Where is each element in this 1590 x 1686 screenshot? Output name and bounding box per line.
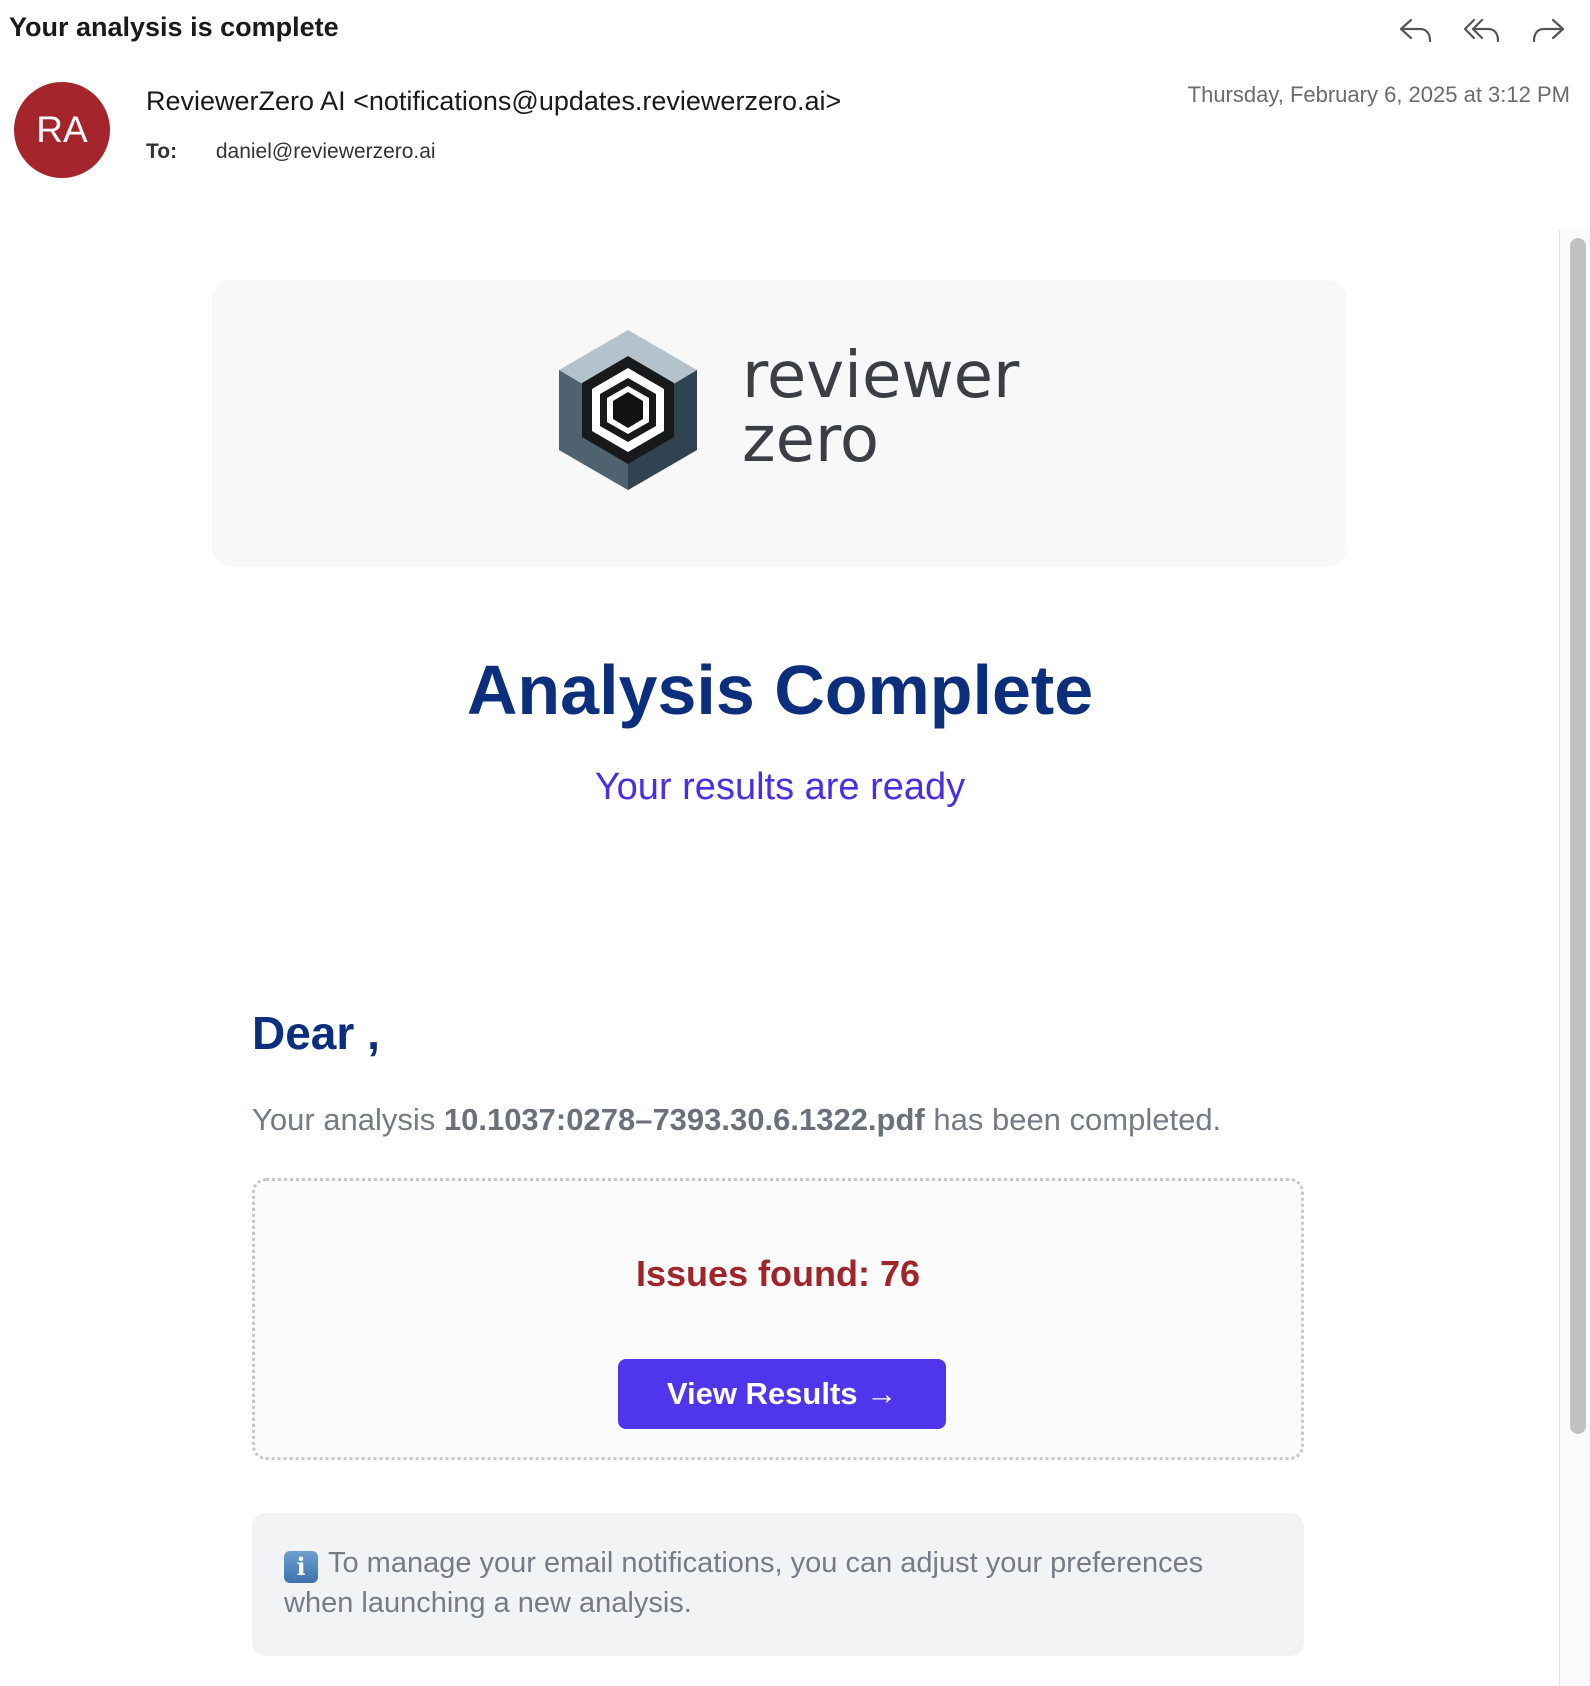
reply-all-button[interactable] [1462, 10, 1502, 50]
forward-button[interactable] [1528, 10, 1568, 50]
intro-suffix: has been completed. [924, 1102, 1222, 1137]
reply-button[interactable] [1396, 10, 1436, 50]
notification-preferences-notice: i To manage your email notifications, you… [252, 1513, 1304, 1656]
logo-wordmark-line1: reviewer [742, 339, 1020, 413]
greeting: Dear , [252, 1007, 380, 1059]
message-date: Thursday, February 6, 2025 at 3:12 PM [1187, 82, 1570, 107]
sender-name[interactable]: ReviewerZero AI <notifications@updates.r… [146, 86, 841, 117]
reply-all-icon [1463, 18, 1500, 43]
forward-icon [1532, 18, 1565, 43]
scrollbar-thumb[interactable] [1570, 238, 1586, 1434]
email-subject: Your analysis is complete [9, 12, 339, 42]
sender-avatar: RA [14, 82, 110, 178]
reviewerzero-logo-mark [559, 330, 697, 490]
view-results-button[interactable]: View Results → [618, 1359, 946, 1429]
notice-text: To manage your email notifications, you … [284, 1547, 1204, 1619]
intro-prefix: Your analysis [252, 1102, 444, 1137]
info-icon: i [284, 1551, 318, 1583]
email-heading: Analysis Complete [466, 651, 1094, 729]
recipient-row: To: daniel@reviewerzero.ai [146, 140, 436, 164]
analysis-intro: Your analysis 10.1037:0278–7393.30.6.132… [252, 1102, 1221, 1138]
recipient-address[interactable]: daniel@reviewerzero.ai [216, 140, 436, 163]
logo-banner: reviewer zero [212, 280, 1347, 567]
logo-wordmark: reviewer zero [742, 344, 1019, 472]
email-subheading: Your results are ready [594, 766, 966, 808]
analysis-file-name: 10.1037:0278–7393.30.6.1322.pdf [443, 1102, 925, 1137]
issues-count: Issues found: 76 [635, 1253, 921, 1294]
logo-wordmark-line2: zero [742, 403, 880, 477]
to-label: To: [146, 140, 178, 163]
reply-icon [1399, 18, 1432, 43]
message-actions [1396, 10, 1568, 50]
results-box: Issues found: 76 View Results → [252, 1178, 1304, 1460]
